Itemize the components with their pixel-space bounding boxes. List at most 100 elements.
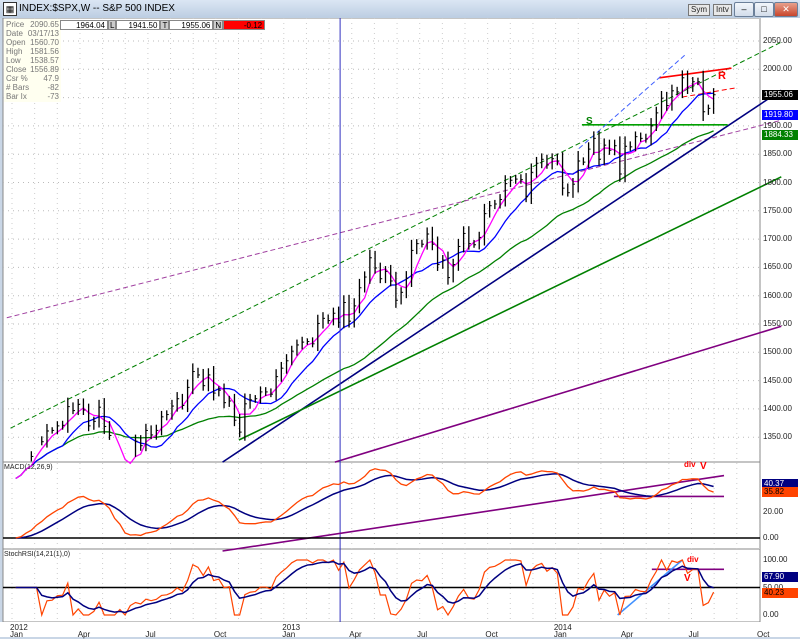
- price-tick-label: 1650.00: [763, 262, 792, 272]
- time-tick-label: Jul: [688, 624, 699, 639]
- price-last-value-badge: 1884.33: [762, 129, 798, 140]
- quote-high: 1964.04: [60, 20, 108, 30]
- info-row: Low 1538.57: [6, 56, 59, 65]
- month-label: Jul: [688, 630, 699, 639]
- info-key: High: [6, 47, 23, 56]
- info-key: Bar Ix: [6, 92, 27, 101]
- info-value: 47.9: [43, 74, 59, 83]
- info-row: High 1581.56: [6, 47, 59, 56]
- macd-tick-label: 20.00: [763, 507, 784, 516]
- month-label: Jul: [145, 630, 156, 639]
- price-tick-label: 1550.00: [763, 319, 792, 328]
- quote-strip: 1964.04 L 1941.50 T 1955.06 N -0.12: [60, 20, 266, 30]
- info-row: Price 2090.65: [6, 20, 59, 29]
- quote-last-label: T: [160, 20, 170, 30]
- time-tick-label: 2014 Jan: [553, 624, 572, 639]
- price-last-value-badge: 1955.06: [762, 89, 798, 100]
- chart-canvas[interactable]: [0, 18, 800, 637]
- info-key: Close: [6, 65, 27, 74]
- info-value: 2090.65: [30, 20, 59, 29]
- month-label: Oct: [756, 630, 770, 639]
- stoch-v-annotation: V: [684, 573, 691, 584]
- info-row: Bar Ix -73: [6, 92, 59, 101]
- window-title: INDEX:$SPX,W -- S&P 500 INDEX: [19, 3, 175, 14]
- title-bar: ▦ INDEX:$SPX,W -- S&P 500 INDEX Sym Intv…: [0, 0, 800, 18]
- month-label: Apr: [77, 630, 91, 639]
- maximize-button[interactable]: □: [754, 2, 774, 17]
- month-label: Jul: [416, 630, 428, 639]
- macd-v-annotation: V: [700, 461, 707, 472]
- price-tick-label: 1400.00: [763, 403, 792, 413]
- stoch-tick-label: 100.00: [763, 555, 788, 564]
- minimize-button[interactable]: –: [734, 2, 754, 17]
- month-label: Oct: [485, 630, 498, 639]
- info-value: 1538.57: [30, 56, 59, 65]
- sym-button[interactable]: Sym: [688, 4, 710, 16]
- info-key: # Bars: [6, 83, 30, 92]
- price-tick-label: 1750.00: [763, 205, 792, 215]
- info-value: 1556.89: [30, 65, 59, 74]
- info-key: Date: [6, 29, 23, 38]
- month-label: Apr: [620, 630, 634, 639]
- info-key: Low: [6, 56, 21, 65]
- month-label: Jan: [10, 630, 23, 639]
- intv-button[interactable]: Intv: [713, 4, 732, 16]
- time-tick-label: Apr: [349, 624, 362, 639]
- cursor-info-box: Price 2090.65 Date 03/17/13 Open 1560.70 High 1…: [4, 19, 61, 102]
- stoch-tick-label: 0.00: [763, 610, 779, 619]
- info-row: Csr % 47.9: [6, 74, 59, 83]
- info-value: 1560.70: [30, 38, 59, 47]
- price-tick-label: 1850.00: [763, 149, 792, 159]
- info-row: # Bars -82: [6, 83, 59, 92]
- price-tick-label: 2000.00: [763, 64, 792, 74]
- time-tick-label: 2012 Jan: [10, 624, 28, 639]
- price-tick-label: 1800.00: [763, 177, 792, 187]
- time-tick-label: Jul: [145, 624, 156, 639]
- info-row: Date 03/17/13: [6, 29, 59, 38]
- month-label: Jan: [282, 630, 296, 639]
- time-axis-area: [0, 622, 800, 637]
- time-tick-label: Oct: [213, 624, 227, 639]
- quote-low-label: L: [108, 20, 117, 30]
- time-tick-label: 2013 Jan: [282, 624, 300, 639]
- stoch-last-value-badge: 40.23: [762, 588, 798, 598]
- info-value: 03/17/13: [27, 29, 59, 38]
- month-label: Jan: [553, 630, 567, 639]
- time-tick-label: Oct: [756, 624, 770, 639]
- time-tick-label: Apr: [620, 624, 634, 639]
- macd-div-annotation: div: [684, 460, 696, 469]
- quote-last: 1955.06: [169, 20, 214, 30]
- month-label: Oct: [213, 630, 227, 639]
- time-tick-label: Jul: [416, 624, 428, 639]
- stochrsi-panel-label: StochRSI(14,21(1),0): [4, 551, 71, 558]
- quote-net-label: N: [213, 20, 224, 30]
- info-value: -82: [47, 83, 59, 92]
- info-value: 1581.56: [30, 47, 59, 56]
- info-row: Close 1556.89: [6, 65, 59, 74]
- time-tick-label: Apr: [77, 624, 91, 639]
- quote-net-change: -0.12: [223, 20, 266, 30]
- support-annotation: S: [586, 116, 593, 127]
- stochrsi-panel: [2, 548, 761, 623]
- chart-app-icon: ▦: [3, 2, 17, 16]
- price-tick-label: 1600.00: [763, 290, 792, 300]
- resistance-annotation: R: [718, 70, 726, 82]
- price-tick-label: 1450.00: [763, 375, 792, 385]
- close-button[interactable]: ✕: [774, 2, 798, 17]
- info-key: Open: [6, 38, 26, 47]
- stoch-last-value-badge: 67.90: [762, 572, 798, 582]
- price-tick-label: 2050.00: [763, 36, 792, 45]
- price-tick-label: 1900.00: [763, 120, 792, 130]
- info-row: Open 1560.70: [6, 38, 59, 47]
- macd-tick-label: 0.00: [763, 533, 779, 542]
- macd-panel: [2, 461, 761, 550]
- macd-last-value-badge: 35.82: [762, 487, 798, 497]
- price-tick-label: 1700.00: [763, 234, 792, 244]
- info-value: -73: [47, 92, 59, 101]
- stoch-div-annotation: div: [687, 555, 699, 564]
- quote-low: 1941.50: [116, 20, 161, 30]
- macd-panel-label: MACD(12,26,9): [4, 464, 53, 471]
- month-label: Apr: [349, 630, 362, 639]
- price-panel: [2, 18, 761, 463]
- time-tick-label: Oct: [485, 624, 498, 639]
